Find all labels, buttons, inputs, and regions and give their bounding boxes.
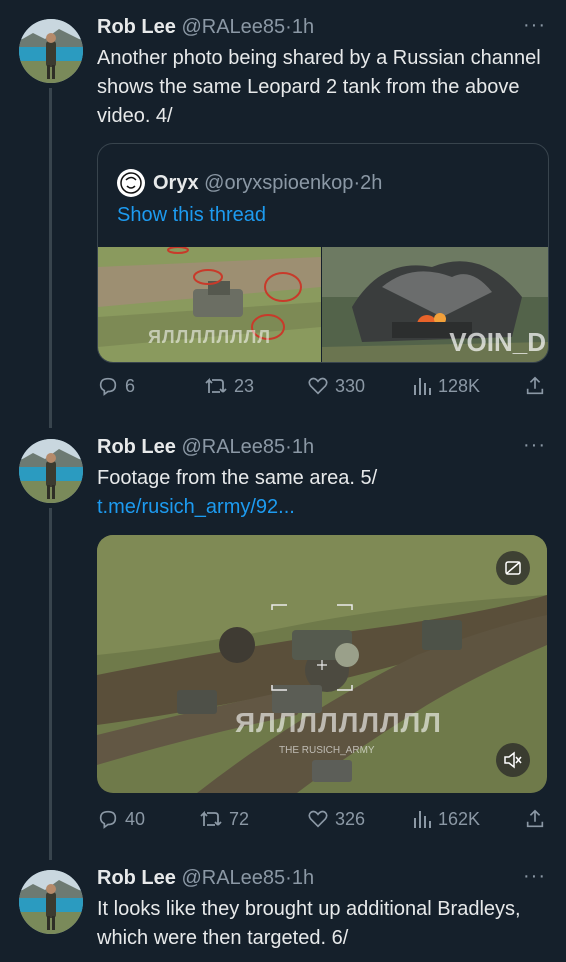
quoted-tweet-header: Oryx @oryxspioenkop · 2h xyxy=(117,169,382,197)
tweet-text: Another photo being shared by a Russian … xyxy=(97,47,541,127)
timestamp[interactable]: 1h xyxy=(292,16,314,38)
share-button[interactable] xyxy=(524,806,552,832)
tweet-link[interactable]: t.me/rusich_army/92... xyxy=(97,496,295,519)
retweet-icon xyxy=(200,810,222,826)
photo-watermark: VOIN_D xyxy=(449,327,546,357)
reply-icon xyxy=(99,377,117,396)
share-button[interactable] xyxy=(524,373,552,399)
reply-count: 6 xyxy=(125,375,136,396)
tweet-header: Rob Lee @RALee85·1h xyxy=(97,16,314,42)
like-count: 330 xyxy=(335,375,366,396)
show-thread-link[interactable]: Show this thread xyxy=(117,204,266,227)
quoted-photo-left[interactable]: ЯЛЛЛЛЛЛЛЛ xyxy=(98,246,321,362)
handle[interactable]: @RALee85 xyxy=(181,867,285,889)
like-button[interactable]: 330 xyxy=(307,373,365,399)
like-icon xyxy=(308,810,328,828)
quoted-timestamp[interactable]: 2h xyxy=(360,172,382,195)
like-button[interactable]: 326 xyxy=(307,806,365,832)
handle[interactable]: @RALee85 xyxy=(181,16,285,38)
views-icon xyxy=(414,811,431,828)
like-count: 326 xyxy=(335,808,366,829)
retweet-count: 72 xyxy=(229,808,250,829)
share-icon xyxy=(526,809,544,828)
quoted-display-name[interactable]: Oryx xyxy=(153,172,199,195)
tweet-header: Rob Lee @RALee85·1h xyxy=(97,436,314,462)
retweet-button[interactable]: 23 xyxy=(204,373,254,399)
tweet-text: Footage from the same area. 5/ xyxy=(97,467,378,489)
avatar[interactable] xyxy=(19,870,83,934)
tweet[interactable]: Rob Lee @RALee85·1h ··· It looks like th… xyxy=(0,851,566,962)
handle[interactable]: @RALee85 xyxy=(181,436,285,458)
mute-icon xyxy=(504,751,522,769)
share-icon xyxy=(526,376,544,395)
tweet[interactable]: Rob Lee @RALee85·1h ··· Another photo be… xyxy=(0,0,566,420)
quoted-handle[interactable]: @oryxspioenkop xyxy=(204,172,353,195)
photo-watermark: ЯЛЛЛЛЛЛЛЛ xyxy=(148,327,271,347)
oryx-avatar[interactable] xyxy=(117,169,145,197)
display-name[interactable]: Rob Lee xyxy=(97,867,176,889)
views-button[interactable]: 162K xyxy=(412,806,480,832)
mute-button[interactable] xyxy=(496,743,530,777)
quoted-photo-right[interactable]: VOIN_D xyxy=(322,247,548,362)
more-options-button[interactable]: ··· xyxy=(523,14,546,37)
more-options-button[interactable]: ··· xyxy=(523,865,546,888)
tweet-text: It looks like they brought up additional… xyxy=(97,898,521,949)
quoted-tweet[interactable]: Oryx @oryxspioenkop · 2h Show this thread … xyxy=(97,143,549,363)
tweet-header: Rob Lee @RALee85·1h xyxy=(97,867,314,893)
reply-button[interactable]: 40 xyxy=(97,806,145,832)
separator-dot: · xyxy=(285,436,292,458)
retweet-count: 23 xyxy=(234,375,255,396)
more-options-button[interactable]: ··· xyxy=(523,434,546,457)
views-icon xyxy=(414,378,431,395)
tweet-actions: 6 23 330 128K xyxy=(97,373,549,399)
video-watermark: ЯЛЛЛЛЛЛЛЛЛ xyxy=(235,707,442,738)
views-count: 128K xyxy=(438,375,481,396)
views-button[interactable]: 128K xyxy=(412,373,480,399)
reply-button[interactable]: 6 xyxy=(97,373,135,399)
separator-dot: · xyxy=(353,171,361,194)
tweet-video[interactable]: ЯЛЛЛЛЛЛЛЛЛ THE RUSICH_ARMY xyxy=(97,535,547,793)
video-caption: THE RUSICH_ARMY xyxy=(279,745,375,756)
retweet-icon xyxy=(205,377,227,393)
gif-button[interactable] xyxy=(496,551,530,585)
like-icon xyxy=(308,377,328,395)
views-count: 162K xyxy=(438,808,481,829)
display-name[interactable]: Rob Lee xyxy=(97,436,176,458)
display-name[interactable]: Rob Lee xyxy=(97,16,176,38)
retweet-button[interactable]: 72 xyxy=(199,806,249,832)
avatar[interactable] xyxy=(19,19,83,83)
separator-dot: · xyxy=(285,867,292,889)
gif-icon xyxy=(505,561,521,575)
reply-icon xyxy=(99,810,117,829)
timestamp[interactable]: 1h xyxy=(292,867,314,889)
separator-dot: · xyxy=(285,16,292,38)
tweet-actions: 40 72 326 162K xyxy=(97,806,549,832)
avatar[interactable] xyxy=(19,439,83,503)
timestamp[interactable]: 1h xyxy=(292,436,314,458)
reply-count: 40 xyxy=(125,808,146,829)
